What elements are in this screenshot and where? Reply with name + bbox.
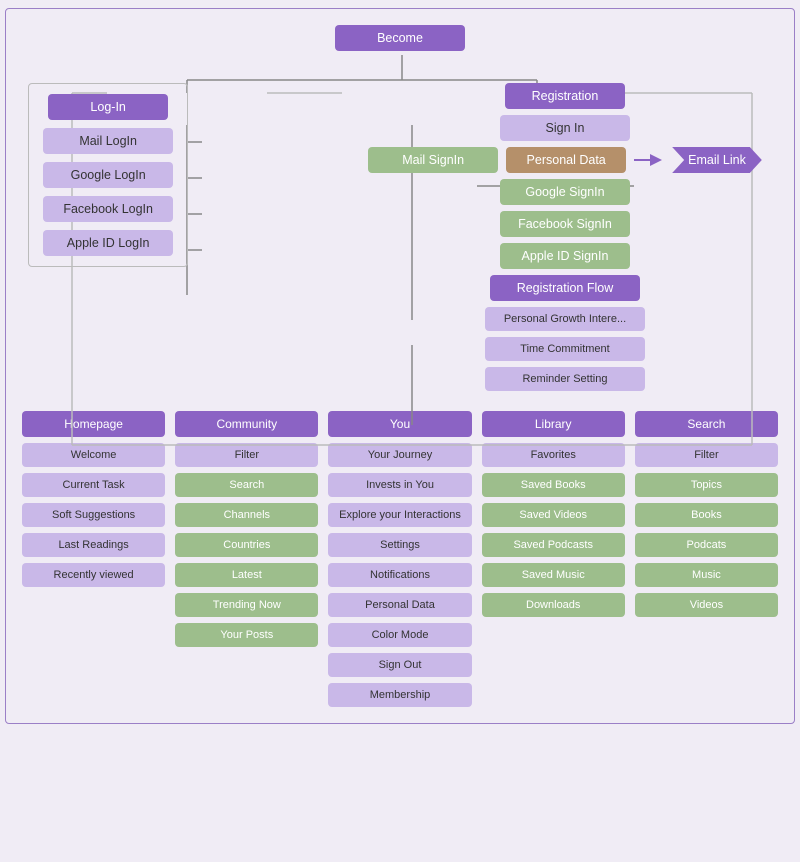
col-2-item-6[interactable]: Color Mode: [328, 623, 471, 647]
col-1-item-5[interactable]: Trending Now: [175, 593, 318, 617]
col-2-item-5[interactable]: Personal Data: [328, 593, 471, 617]
col-1-item-4[interactable]: Latest: [175, 563, 318, 587]
col-1-item-2[interactable]: Channels: [175, 503, 318, 527]
col-3-item-4[interactable]: Saved Music: [482, 563, 625, 587]
login-google[interactable]: Google LogIn: [43, 162, 173, 188]
col-4-item-0[interactable]: Filter: [635, 443, 778, 467]
col-4-item-2[interactable]: Books: [635, 503, 778, 527]
reg-google-signin[interactable]: Google SignIn: [500, 179, 630, 205]
personal-data-box[interactable]: Personal Data: [506, 147, 626, 173]
login-header: Log-In: [48, 94, 168, 120]
diagram-container: Become: [5, 8, 795, 724]
login-mail[interactable]: Mail LogIn: [43, 128, 173, 154]
email-link-box[interactable]: Email Link: [672, 147, 762, 173]
col-header-0: Homepage: [22, 411, 165, 437]
col-4-item-1[interactable]: Topics: [635, 473, 778, 497]
col-header-2: You: [328, 411, 471, 437]
nav-col-library: Library Favorites Saved Books Saved Videos S…: [482, 411, 625, 617]
reg-flow-box: Registration Flow: [490, 275, 640, 301]
col-2-item-4[interactable]: Notifications: [328, 563, 471, 587]
col-3-item-3[interactable]: Saved Podcasts: [482, 533, 625, 557]
col-4-item-5[interactable]: Videos: [635, 593, 778, 617]
reg-mail-signin[interactable]: Mail SignIn: [368, 147, 498, 173]
col-0-item-1[interactable]: Current Task: [22, 473, 165, 497]
nav-col-you: You Your Journey Invests in You Explore you…: [328, 411, 471, 707]
col-2-item-7[interactable]: Sign Out: [328, 653, 471, 677]
col-header-3: Library: [482, 411, 625, 437]
nav-col-homepage: Homepage Welcome Current Task Soft Suggesti…: [22, 411, 165, 587]
col-3-item-5[interactable]: Downloads: [482, 593, 625, 617]
col-header-1: Community: [175, 411, 318, 437]
col-2-item-1[interactable]: Invests in You: [328, 473, 471, 497]
col-header-4: Search: [635, 411, 778, 437]
reg-personal-growth[interactable]: Personal Growth Intere...: [485, 307, 645, 331]
login-facebook[interactable]: Facebook LogIn: [43, 196, 173, 222]
col-4-item-4[interactable]: Music: [635, 563, 778, 587]
become-button[interactable]: Become: [335, 25, 465, 51]
bottom-section: Homepage Welcome Current Task Soft Suggesti…: [22, 411, 778, 707]
reg-apple-signin[interactable]: Apple ID SignIn: [500, 243, 630, 269]
nav-col-search: Search Filter Topics Books Podcats Music Video…: [635, 411, 778, 617]
col-0-item-3[interactable]: Last Readings: [22, 533, 165, 557]
col-0-item-4[interactable]: Recently viewed: [22, 563, 165, 587]
col-2-item-8[interactable]: Membership: [328, 683, 471, 707]
login-apple[interactable]: Apple ID LogIn: [43, 230, 173, 256]
col-0-item-2[interactable]: Soft Suggestions: [22, 503, 165, 527]
col-1-item-1[interactable]: Search: [175, 473, 318, 497]
col-4-item-3[interactable]: Podcats: [635, 533, 778, 557]
col-2-item-2[interactable]: Explore your Interactions: [328, 503, 471, 527]
col-0-item-0[interactable]: Welcome: [22, 443, 165, 467]
col-2-item-3[interactable]: Settings: [328, 533, 471, 557]
reg-time-commitment[interactable]: Time Commitment: [485, 337, 645, 361]
col-3-item-1[interactable]: Saved Books: [482, 473, 625, 497]
reg-signin[interactable]: Sign In: [500, 115, 630, 141]
reg-facebook-signin[interactable]: Facebook SignIn: [500, 211, 630, 237]
arrow-svg: [634, 150, 664, 170]
reg-reminder-setting[interactable]: Reminder Setting: [485, 367, 645, 391]
col-3-item-2[interactable]: Saved Videos: [482, 503, 625, 527]
col-1-item-3[interactable]: Countries: [175, 533, 318, 557]
nav-col-community: Community Filter Search Channels Countries La…: [175, 411, 318, 647]
col-1-item-6[interactable]: Your Posts: [175, 623, 318, 647]
top-section: Become: [22, 25, 778, 391]
col-2-item-0[interactable]: Your Journey: [328, 443, 471, 467]
col-3-item-0[interactable]: Favorites: [482, 443, 625, 467]
reg-header: Registration: [505, 83, 625, 109]
col-1-item-0[interactable]: Filter: [175, 443, 318, 467]
